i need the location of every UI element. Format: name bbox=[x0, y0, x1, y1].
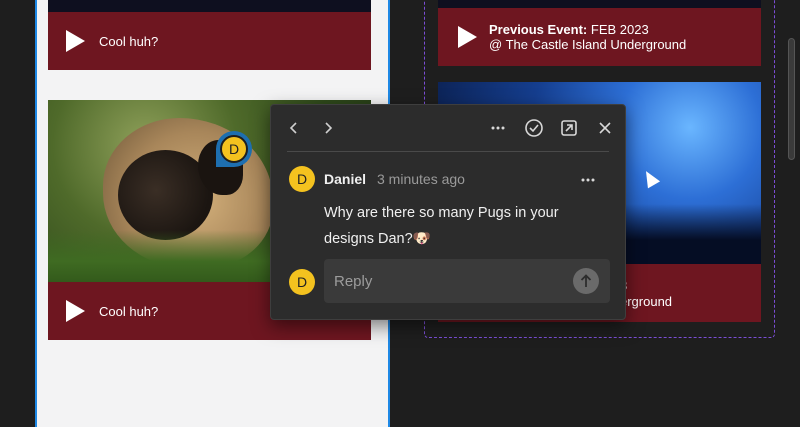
comment-timestamp: 3 minutes ago bbox=[377, 171, 465, 187]
event-venue-partial: erground bbox=[620, 294, 673, 309]
play-icon[interactable] bbox=[458, 26, 477, 48]
play-icon[interactable] bbox=[66, 30, 85, 52]
close-icon[interactable] bbox=[594, 117, 616, 139]
card-image-top bbox=[48, 0, 371, 12]
scrollbar[interactable] bbox=[788, 38, 795, 160]
chevron-right-icon[interactable] bbox=[317, 117, 339, 139]
send-button[interactable] bbox=[573, 268, 599, 294]
video-card-top[interactable]: Cool huh? bbox=[48, 12, 371, 70]
event-venue: @ The Castle Island Underground bbox=[489, 37, 687, 52]
card-image-top bbox=[438, 0, 761, 8]
comment-more-icon[interactable] bbox=[581, 169, 595, 185]
card-caption: Cool huh? bbox=[99, 33, 159, 49]
more-horizontal-icon[interactable] bbox=[487, 117, 509, 139]
header-divider bbox=[287, 151, 609, 152]
open-external-icon[interactable] bbox=[558, 117, 580, 139]
chevron-left-icon[interactable] bbox=[283, 117, 305, 139]
comment-author-avatar: D bbox=[289, 166, 315, 192]
event-card-top[interactable]: Previous Event: FEB 2023 @ The Castle Is… bbox=[438, 8, 761, 66]
check-circle-icon[interactable] bbox=[523, 117, 545, 139]
reply-input[interactable] bbox=[334, 269, 564, 293]
reply-avatar: D bbox=[289, 269, 315, 295]
pin-avatar: D bbox=[220, 135, 248, 163]
card-caption: Cool huh? bbox=[99, 303, 159, 319]
comment-author: Daniel bbox=[324, 171, 367, 187]
event-date: FEB 2023 bbox=[590, 22, 649, 37]
comment-popover: D Daniel 3 minutes ago Why are there so … bbox=[270, 104, 626, 320]
comment-body: Why are there so many Pugs in your desig… bbox=[324, 205, 559, 247]
event-text: Previous Event: FEB 2023 @ The Castle Is… bbox=[489, 22, 686, 52]
popover-header bbox=[271, 105, 625, 151]
play-icon[interactable] bbox=[66, 300, 85, 322]
comment-pin[interactable]: D bbox=[216, 131, 252, 167]
reply-box[interactable] bbox=[324, 259, 610, 303]
event-label: Previous Event: bbox=[489, 22, 588, 37]
